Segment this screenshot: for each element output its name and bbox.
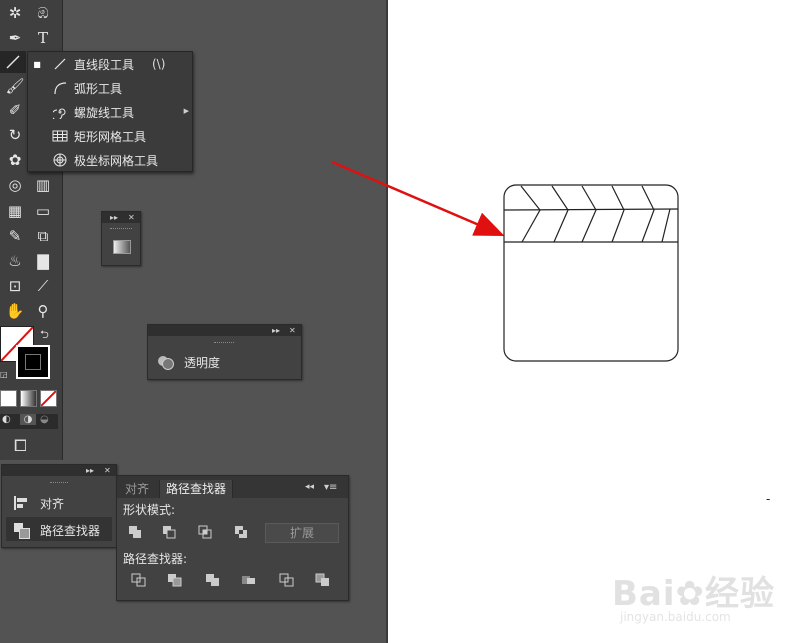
canvas-mark: - — [766, 492, 771, 506]
clapperboard-shape[interactable] — [503, 184, 679, 362]
watermark-brand: Bai — [612, 574, 676, 614]
watermark-url: jingyan.baidu.com — [620, 610, 731, 624]
artboard-drawing — [331, 160, 679, 362]
watermark-brand-jingyan: 经验 — [705, 574, 776, 614]
paw-icon: ✿ — [675, 574, 706, 614]
baidu-watermark: Bai✿经验 — [612, 566, 775, 615]
annotation-arrow — [331, 160, 505, 236]
